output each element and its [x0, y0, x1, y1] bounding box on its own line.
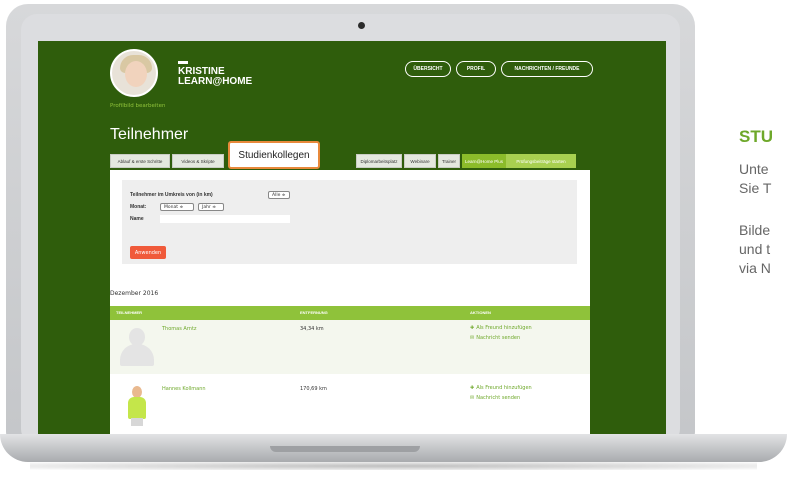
brand-logo: KRISTINE LEARN@HOME	[178, 61, 252, 87]
page-title: Teilnehmer	[110, 126, 189, 143]
plus-icon: ✚	[470, 385, 475, 391]
table-header: TEILNEHMER ENTFERNUNG AKTIONEN	[110, 306, 590, 320]
participant-name[interactable]: Thomas Arntz	[162, 326, 197, 332]
participant-name[interactable]: Hannes Kollmann	[162, 386, 206, 392]
participant-distance: 170,69 km	[300, 386, 327, 392]
send-message-link[interactable]: ✉ Nachricht senden	[470, 335, 520, 341]
tab-bar: Ablauf & erste Schritte Videos & Skripte…	[110, 154, 590, 170]
tab-studienkollegen[interactable]: Studienkollegen	[228, 141, 320, 169]
envelope-icon: ✉	[470, 395, 475, 401]
tab-learnathome-plus[interactable]: Learn@Home Plus	[462, 154, 506, 168]
month-label: Monat:	[130, 204, 147, 210]
profile-edit-link[interactable]: Profilbild bearbeiten	[110, 103, 165, 109]
table-row: Hannes Kollmann 170,69 km ✚ Als Freund h…	[110, 380, 590, 434]
brand-name-line2: LEARN@HOME	[178, 76, 253, 87]
table-row: Thomas Arntz 34,34 km ✚ Als Freund hinzu…	[110, 320, 590, 374]
month-heading: Dezember 2016	[110, 290, 159, 297]
col-participant: TEILNEHMER	[116, 310, 142, 315]
year-select[interactable]: Jahr ≑	[198, 203, 224, 211]
laptop-notch	[270, 446, 420, 452]
tab-ablauf[interactable]: Ablauf & erste Schritte	[110, 154, 170, 168]
tab-webinare[interactable]: Webinare	[404, 154, 436, 168]
radius-select[interactable]: Alle ≑	[268, 191, 290, 199]
nav-profile-button[interactable]: PROFIL	[456, 61, 496, 77]
tab-trainer[interactable]: Trainer	[438, 154, 460, 168]
content-panel: Teilnehmer im Umkreis von (in km) Alle ≑…	[110, 170, 590, 436]
laptop-shadow	[30, 462, 757, 470]
add-friend-link[interactable]: ✚ Als Freund hinzufügen	[470, 325, 532, 331]
month-select[interactable]: Monat ≑	[160, 203, 194, 211]
side-text-line: Bilde	[739, 222, 771, 238]
side-heading: STU	[739, 127, 773, 146]
avatar[interactable]	[110, 49, 158, 97]
side-text-line: via N	[739, 260, 771, 276]
add-friend-link[interactable]: ✚ Als Freund hinzufügen	[470, 385, 532, 391]
filter-box: Teilnehmer im Umkreis von (in km) Alle ≑…	[122, 180, 577, 264]
side-text-line: und t	[739, 241, 771, 257]
plus-icon: ✚	[470, 325, 475, 331]
nav-messages-button[interactable]: NACHRICHTEN / FREUNDE	[501, 61, 593, 77]
side-text-line: Sie T	[739, 180, 772, 196]
avatar	[116, 384, 156, 426]
apply-button[interactable]: Anwenden	[130, 246, 166, 259]
col-distance: ENTFERNUNG	[300, 310, 328, 315]
avatar-placeholder	[116, 324, 156, 366]
tab-diplomarbeit[interactable]: Diplomarbeitsplatz	[356, 154, 402, 168]
radius-label: Teilnehmer im Umkreis von (in km)	[130, 192, 213, 198]
page: KRISTINE LEARN@HOME Profilbild bearbeite…	[0, 0, 787, 481]
send-message-link[interactable]: ✉ Nachricht senden	[470, 395, 520, 401]
tab-pruefung[interactable]: Prüfungsbeiträge starten	[506, 154, 576, 168]
nav-overview-button[interactable]: ÜBERSICHT	[405, 61, 451, 77]
tab-videos[interactable]: Videos & Skripte	[172, 154, 224, 168]
name-label: Name	[130, 216, 144, 222]
camera-icon	[358, 22, 365, 29]
col-actions: AKTIONEN	[470, 310, 491, 315]
envelope-icon: ✉	[470, 335, 475, 341]
name-input[interactable]	[160, 215, 290, 223]
side-text-line: Unte	[739, 161, 769, 177]
participant-distance: 34,34 km	[300, 326, 324, 332]
laptop-screen: KRISTINE LEARN@HOME Profilbild bearbeite…	[38, 41, 666, 436]
